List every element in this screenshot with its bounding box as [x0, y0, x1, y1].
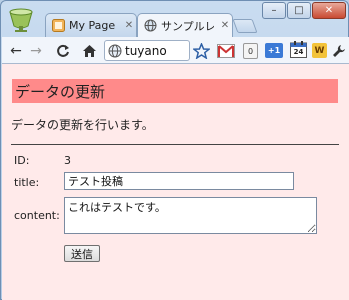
- close-window-button[interactable]: ✕: [312, 2, 346, 19]
- maximize-button[interactable]: □: [287, 2, 311, 19]
- tab-my-page[interactable]: My Page ✕: [45, 13, 137, 37]
- page-heading: データの更新: [12, 79, 338, 103]
- browser-window: My Page ✕ サンプルレ ✕ – □ ✕ ← → tuyano 0 +1 …: [0, 0, 349, 300]
- bookmark-star-icon[interactable]: [192, 42, 210, 59]
- reload-icon[interactable]: [54, 42, 72, 59]
- address-text: tuyano: [125, 43, 167, 58]
- page-content: データの更新 データの更新を行います。 ID: 3 title: content…: [2, 64, 349, 300]
- id-label: ID:: [14, 154, 30, 167]
- address-bar[interactable]: tuyano: [104, 40, 190, 61]
- gmail-icon[interactable]: [216, 42, 236, 59]
- id-value: 3: [64, 154, 71, 167]
- forward-arrow-icon[interactable]: →: [28, 42, 44, 59]
- page-description: データの更新を行います。: [11, 118, 154, 132]
- back-arrow-icon[interactable]: ←: [8, 42, 24, 59]
- globe-icon: [108, 44, 122, 57]
- page-favicon-icon: [52, 19, 65, 32]
- title-input[interactable]: [64, 172, 294, 190]
- browser-toolbar: ← → tuyano 0 +1 24 W: [2, 37, 349, 64]
- content-textarea[interactable]: これはテストです。: [64, 197, 317, 234]
- tab-label: サンプルレ: [161, 19, 214, 33]
- tab-sample[interactable]: サンプルレ ✕: [137, 13, 233, 37]
- calendar-day: 24: [293, 48, 304, 56]
- close-tab-icon[interactable]: ✕: [122, 20, 136, 31]
- extension-w-button[interactable]: W: [312, 43, 327, 58]
- minimize-button[interactable]: –: [262, 2, 286, 19]
- tab-label: My Page: [69, 19, 116, 32]
- browser-logo-icon: [9, 8, 33, 32]
- plus-one-button[interactable]: +1: [265, 43, 283, 58]
- wrench-icon[interactable]: [332, 42, 346, 59]
- home-icon[interactable]: [80, 42, 98, 59]
- submit-button[interactable]: 送信: [64, 245, 100, 262]
- window-controls: – □ ✕: [262, 2, 346, 19]
- tab-strip: My Page ✕ サンプルレ ✕ – □ ✕: [1, 1, 349, 37]
- notification-count-badge[interactable]: 0: [243, 43, 258, 59]
- content-label: content:: [14, 209, 60, 222]
- title-label: title:: [14, 176, 40, 189]
- divider: [11, 144, 339, 145]
- page-title: データの更新: [15, 82, 106, 101]
- new-tab-button[interactable]: [232, 19, 258, 33]
- calendar-icon[interactable]: 24: [290, 41, 307, 58]
- globe-icon: [144, 19, 157, 32]
- close-tab-icon[interactable]: ✕: [218, 20, 232, 31]
